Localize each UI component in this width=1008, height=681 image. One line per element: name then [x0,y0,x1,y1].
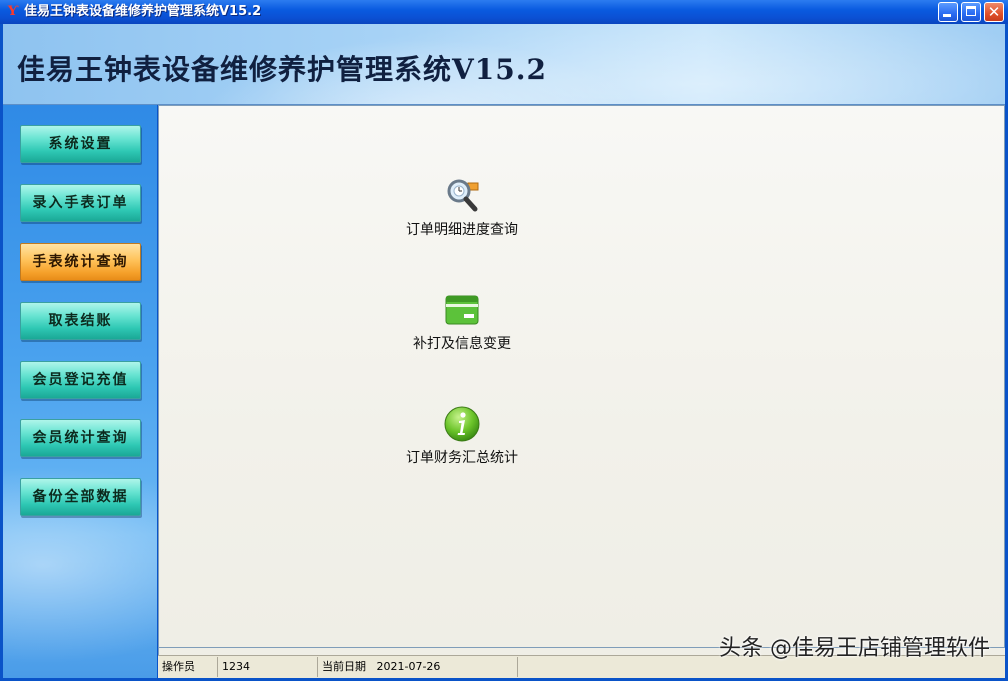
operator-label: 操作员 [158,657,218,677]
maximize-button[interactable] [961,2,981,22]
sidebar-item-backup-all-data[interactable]: 备份全部数据 [20,478,141,516]
close-button[interactable]: ✕ [984,2,1004,22]
window-title: 佳易王钟表设备维修养护管理系统V15.2 [24,4,262,19]
order-progress-query-label: 订单明细进度查询 [406,222,518,238]
sidebar: 系统设置 录入手表订单 手表统计查询 取表结账 会员登记充值 会员统计查询 备份… [3,105,157,678]
minimize-button[interactable] [938,2,958,22]
order-finance-summary-button[interactable]: 订单财务汇总统计 [377,404,547,468]
banner-title: 佳易王钟表设备维修养护管理系统V15.2 [17,53,547,86]
date-label: 当前日期 [322,660,366,673]
header-banner: 佳易王钟表设备维修养护管理系统V15.2 [3,24,1005,105]
main-panel: 订单明细进度查询 补打及信息变更 订单财务汇总统计 [158,105,1005,648]
sidebar-item-system-settings[interactable]: 系统设置 [20,125,141,163]
card-icon [442,290,482,330]
close-icon: ✕ [987,3,1001,21]
operator-value: 1234 [218,657,318,677]
current-date: 当前日期 2021-07-26 [318,657,518,677]
magnifier-icon [442,176,482,216]
app-logo-icon[interactable]: Ƴ [5,5,20,19]
sidebar-item-watch-stats-query[interactable]: 手表统计查询 [20,243,141,281]
maximize-icon [966,6,976,16]
sidebar-item-enter-watch-order[interactable]: 录入手表订单 [20,184,141,222]
order-progress-query-button[interactable]: 订单明细进度查询 [377,176,547,240]
reprint-info-change-label: 补打及信息变更 [413,336,511,352]
sidebar-item-member-stats-query[interactable]: 会员统计查询 [20,419,141,457]
title-bar[interactable]: Ƴ 佳易王钟表设备维修养护管理系统V15.2 ✕ [0,0,1008,24]
window-client: 佳易王钟表设备维修养护管理系统V15.2 系统设置 录入手表订单 手表统计查询 … [3,24,1005,678]
reprint-info-change-button[interactable]: 补打及信息变更 [377,290,547,354]
minimize-icon [943,14,951,17]
info-icon [442,404,482,444]
sidebar-item-pickup-checkout[interactable]: 取表结账 [20,302,141,340]
watermark-text: 头条 @佳易王店铺管理软件 [719,636,990,661]
order-finance-summary-label: 订单财务汇总统计 [406,450,518,466]
date-value: 2021-07-26 [376,660,441,673]
sidebar-item-member-recharge[interactable]: 会员登记充值 [20,361,141,399]
